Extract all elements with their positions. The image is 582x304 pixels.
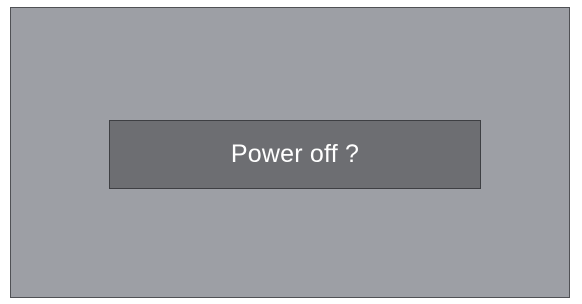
power-off-dialog: Power off ? bbox=[109, 120, 481, 189]
power-off-message: Power off ? bbox=[230, 140, 360, 168]
osd-screen: Power off ? bbox=[10, 7, 570, 298]
